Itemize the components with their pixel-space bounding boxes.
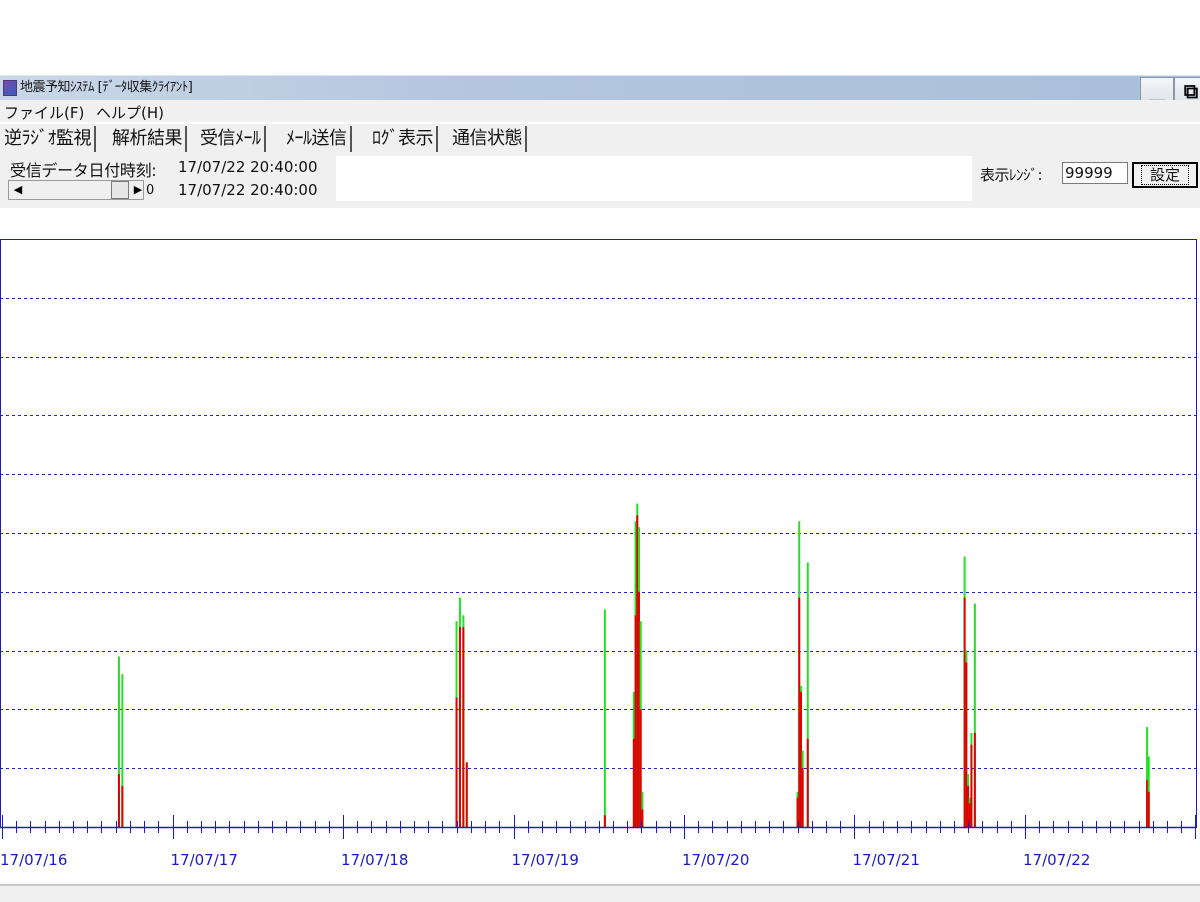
app-icon [3, 80, 17, 96]
red-spike [462, 627, 465, 827]
red-spike [799, 691, 802, 827]
red-spike [806, 738, 809, 827]
red-spike [963, 597, 966, 827]
red-spike [632, 738, 635, 827]
radio-monitor-chart: 17/07/16 17/07/17 17/07/18 17/07/19 17/07/20… [0, 239, 1197, 869]
scroll-right-icon[interactable]: ▶ [131, 182, 145, 198]
red-spike [639, 709, 642, 827]
red-spike [455, 697, 458, 827]
received-datetime-value: 17/07/22 20:40:00 [178, 158, 318, 176]
menu-help[interactable]: ヘルプ(H) [96, 102, 164, 123]
red-spike [121, 785, 124, 827]
red-spike [798, 597, 801, 827]
info-panel: 受信データ日付時刻: 17/07/22 20:40:00 ◀ ▶ 0 17/07… [0, 154, 1200, 208]
red-spike [458, 627, 461, 827]
tab-received-mail[interactable]: 受信ﾒｰﾙ [198, 126, 266, 152]
plot-border [0, 239, 1197, 828]
display-range-label: 表示ﾚﾝｼﾞ: [980, 166, 1043, 184]
display-range-input[interactable] [1062, 162, 1128, 184]
red-spike [801, 768, 804, 827]
red-spike [968, 803, 971, 827]
tab-log-view[interactable]: ﾛｸﾞ表示 [370, 126, 438, 152]
current-datetime-value: 17/07/22 20:40:00 [178, 181, 318, 199]
red-spike [965, 662, 968, 827]
menu-bar: ファイル(F) ヘルプ(H) [0, 100, 1200, 122]
scroll-left-icon[interactable]: ◀ [11, 182, 25, 198]
red-spike [973, 732, 976, 827]
message-area [336, 156, 972, 201]
status-bar [0, 884, 1200, 902]
x-tick-label: 17/07/18 [341, 851, 408, 869]
x-tick-label: 17/07/16 [0, 851, 67, 869]
x-tick-label: 17/07/17 [171, 851, 238, 869]
red-spike [117, 774, 120, 827]
tab-reverse-radio-monitor[interactable]: 逆ﾗｼﾞｵ監視 [2, 126, 96, 152]
menu-file[interactable]: ファイル(F) [4, 102, 84, 123]
tab-bar: 逆ﾗｼﾞｵ監視 解析結果 受信ﾒｰﾙ ﾒｰﾙ送信 ﾛｸﾞ表示 通信状態 [0, 124, 1200, 154]
red-spike [967, 785, 970, 827]
red-spike [1147, 791, 1150, 827]
red-spike [970, 744, 973, 827]
red-spike [465, 762, 468, 827]
tab-communication-status[interactable]: 通信状態 [450, 126, 527, 152]
set-button[interactable]: 設定 [1132, 162, 1198, 188]
window-title: 地震予知ｼｽﾃﾑ [ﾃﾞｰﾀ収集ｸﾗｲｱﾝﾄ] [20, 80, 193, 95]
received-datetime-label: 受信データ日付時刻: [10, 161, 157, 180]
x-tick-label: 17/07/22 [1023, 851, 1090, 869]
scroll-position-value: 0 [146, 183, 155, 198]
title-bar: 地震予知ｼｽﾃﾑ [ﾃﾞｰﾀ収集ｸﾗｲｱﾝﾄ] ▁ ⧉ [0, 75, 1200, 103]
red-spike [603, 815, 606, 827]
tab-analysis-results[interactable]: 解析結果 [110, 126, 187, 152]
time-scrollbar[interactable]: ◀ ▶ [8, 180, 144, 200]
green-spike [603, 609, 606, 827]
scroll-thumb[interactable] [111, 181, 129, 199]
red-spike [637, 591, 640, 827]
x-tick-label: 17/07/21 [853, 851, 920, 869]
red-spike [634, 615, 637, 827]
red-spike [636, 515, 639, 827]
x-tick-label: 17/07/20 [682, 851, 749, 869]
x-tick-label: 17/07/19 [512, 851, 579, 869]
tab-send-mail[interactable]: ﾒｰﾙ送信 [284, 126, 352, 152]
set-button-label: 設定 [1140, 165, 1189, 185]
red-spike [1146, 779, 1149, 827]
